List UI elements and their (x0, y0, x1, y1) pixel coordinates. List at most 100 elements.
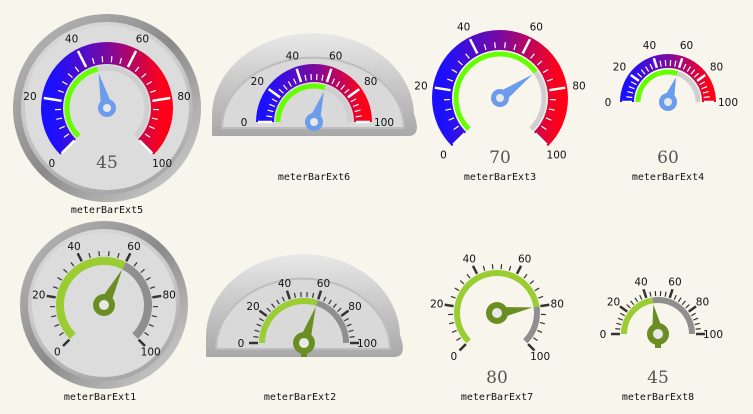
minor-tick (626, 304, 631, 309)
needle-hub-cap (299, 338, 309, 348)
gauge-value-readout: 80 (486, 368, 508, 388)
minor-tick (266, 115, 273, 118)
gauge-needle (647, 304, 669, 348)
tick-label-40: 40 (643, 40, 656, 52)
gauge-value-readout: 60 (657, 148, 679, 168)
minor-tick (504, 42, 506, 49)
major-tick (527, 343, 536, 352)
gauge-value-readout: 45 (647, 368, 669, 388)
tick-label-0: 0 (241, 117, 248, 129)
tick-label-40: 40 (457, 22, 470, 34)
minor-tick (664, 291, 667, 297)
minor-tick (451, 329, 457, 334)
gauge-needle (486, 302, 533, 324)
major-tick (540, 303, 550, 308)
gauge-needle (659, 77, 677, 111)
minor-tick (620, 312, 625, 317)
gauge-meterBarExt1: 0 20 40 60 80 100 meterBarExt1 (20, 221, 188, 403)
tick-label-40: 40 (634, 277, 647, 289)
tick-label-100: 100 (530, 351, 550, 363)
tick-label-0: 0 (600, 329, 607, 341)
tick-label-40: 40 (278, 278, 291, 290)
tick-label-60: 60 (127, 241, 140, 253)
minor-tick (616, 322, 622, 326)
gauge-demo-canvas: 0 20 40 60 80 100 45 meterBarExt5 0 20 4… (13, 14, 738, 403)
minor-tick (677, 297, 682, 303)
minor-tick (681, 300, 686, 306)
minor-tick (482, 265, 486, 271)
gauge-meterBarExt8: 0 20 40 60 80 100 45 meterBarExt8 (600, 277, 723, 403)
minor-tick (466, 273, 471, 279)
tick-label-20: 20 (613, 62, 626, 74)
major-tick (46, 294, 56, 299)
minor-tick (693, 317, 699, 321)
gauge-remainder-arc (529, 70, 547, 131)
tick-label-20: 20 (246, 301, 259, 313)
gauge-caption: meterBarExt1 (64, 392, 136, 403)
minor-tick (694, 322, 700, 326)
tick-label-80: 80 (551, 298, 564, 310)
tick-label-80: 80 (177, 91, 190, 103)
minor-tick (454, 287, 460, 292)
gauge-caption: meterBarExt2 (264, 392, 336, 403)
minor-tick (253, 336, 259, 338)
needle-hub-cap (492, 308, 502, 318)
gauge-meterBarExt3: 0 20 40 60 80 100 70 meterBarExt3 (414, 22, 585, 183)
gauge-needle (491, 74, 533, 107)
needle-hub-cap (496, 94, 504, 102)
major-tick (471, 265, 479, 275)
tick-label-80: 80 (696, 297, 709, 309)
major-tick (619, 305, 628, 313)
tick-label-0: 0 (605, 97, 612, 109)
minor-tick (634, 297, 639, 303)
tick-label-40: 40 (463, 254, 476, 266)
tick-label-100: 100 (141, 347, 161, 359)
tick-label-40: 40 (67, 241, 80, 253)
tick-label-100: 100 (718, 97, 738, 109)
tick-label-80: 80 (572, 80, 585, 92)
minor-tick (630, 300, 635, 306)
needle-hub-cap (99, 300, 109, 310)
minor-tick (639, 294, 643, 300)
tick-label-100: 100 (374, 117, 394, 129)
tick-label-20: 20 (251, 76, 264, 88)
gauge-caption: meterBarExt3 (464, 172, 536, 183)
tick-label-60: 60 (136, 34, 149, 46)
tick-label-0: 0 (238, 338, 245, 350)
tick-label-0: 0 (54, 347, 61, 359)
minor-tick (615, 328, 621, 330)
tick-label-20: 20 (414, 80, 427, 92)
needle-hub-cap (310, 118, 318, 126)
minor-tick (110, 56, 113, 63)
gauge-remainder-arc (523, 306, 540, 344)
minor-tick (534, 287, 540, 292)
major-tick (458, 343, 467, 352)
minor-tick (673, 294, 677, 300)
major-tick (444, 303, 454, 308)
tick-label-100: 100 (152, 158, 172, 170)
minor-tick (617, 317, 623, 321)
major-tick (668, 288, 674, 299)
tick-label-0: 0 (49, 158, 56, 170)
minor-tick (508, 265, 512, 271)
gauge-value-readout: 70 (489, 148, 511, 168)
minor-tick (355, 115, 362, 118)
minor-tick (529, 280, 535, 285)
minor-tick (703, 96, 710, 99)
tick-label-80: 80 (364, 76, 377, 88)
needle-hub-cap (103, 104, 111, 112)
minor-tick (691, 312, 696, 317)
minor-tick (349, 336, 355, 338)
major-tick (515, 265, 523, 275)
minor-tick (450, 295, 456, 299)
minor-tick (449, 322, 455, 325)
major-tick (152, 294, 162, 299)
minor-tick (695, 328, 701, 330)
gauge-meterBarExt6: 0 20 40 60 80 100 meterBarExt6 (211, 33, 417, 183)
minor-tick (533, 337, 538, 342)
tick-label-0: 0 (440, 150, 447, 162)
minor-tick (101, 56, 104, 63)
tick-label-60: 60 (680, 40, 693, 52)
tick-label-60: 60 (317, 278, 330, 290)
minor-tick (459, 280, 465, 285)
